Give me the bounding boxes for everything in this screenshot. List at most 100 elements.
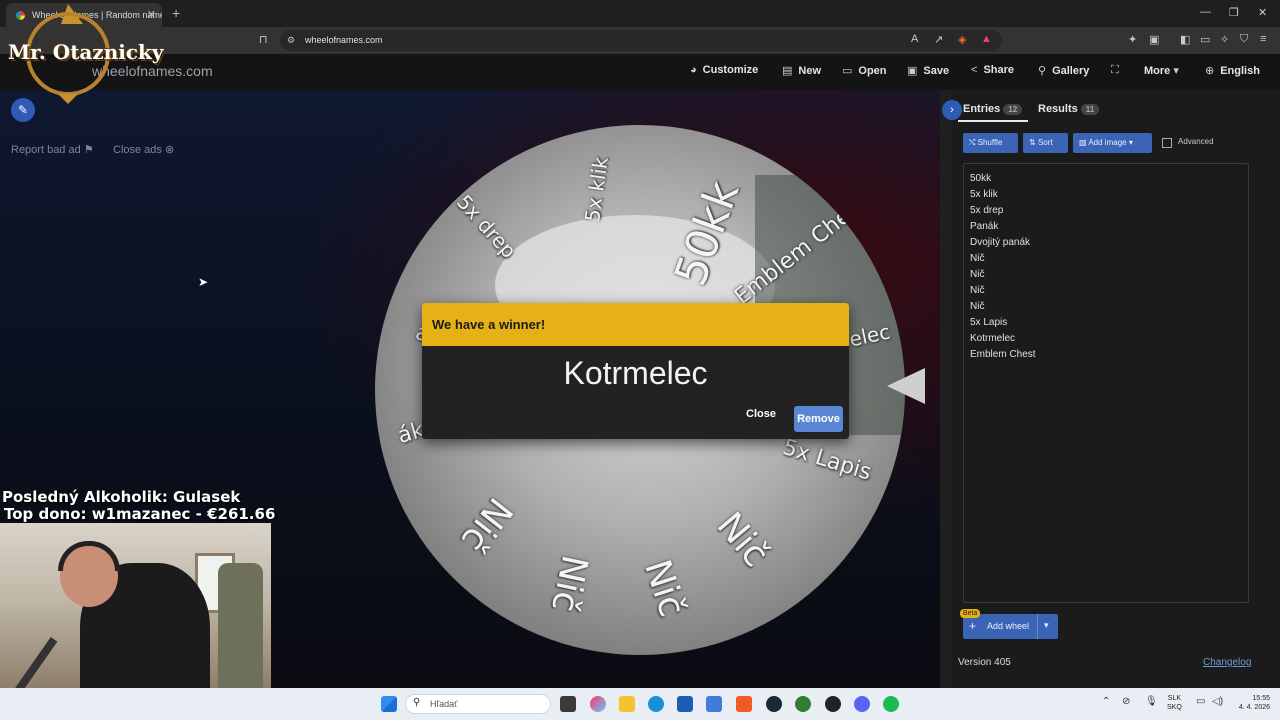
- add-image-button[interactable]: ▨ Add image ▾: [1073, 133, 1152, 153]
- obs-icon[interactable]: [825, 696, 841, 712]
- chevron-down-icon[interactable]: ▾: [1044, 620, 1049, 631]
- sidebar-icon[interactable]: ◧: [1180, 33, 1190, 46]
- fullscreen-button[interactable]: ⛶: [1111, 64, 1125, 77]
- winner-dialog: We have a winner! Kotrmelec Close Remove: [422, 303, 849, 439]
- report-bad-ad-link[interactable]: Report bad ad ⚑: [11, 143, 94, 156]
- save-button[interactable]: ▣ Save: [907, 64, 949, 77]
- tab-results[interactable]: Results 11: [1038, 103, 1100, 115]
- minimize-button[interactable]: —: [1200, 6, 1211, 18]
- close-window-button[interactable]: ✕: [1258, 6, 1267, 19]
- headset-icon: [58, 541, 120, 571]
- bookmark-icon[interactable]: ⊓: [259, 33, 268, 46]
- microphone-tray-icon[interactable]: 🎙: [1145, 696, 1158, 707]
- customize-button[interactable]: ◕ Customize: [690, 64, 758, 76]
- share-button[interactable]: < Share: [971, 64, 1014, 76]
- tray-overflow-icon[interactable]: ⌃: [1102, 696, 1110, 707]
- remove-button[interactable]: Remove: [794, 406, 843, 432]
- tab-entries[interactable]: Entries 12: [963, 103, 1023, 115]
- close-button[interactable]: Close: [746, 408, 776, 420]
- maximize-button[interactable]: ❐: [1229, 6, 1239, 19]
- list-item[interactable]: 5x Lapis: [970, 317, 1007, 328]
- new-tab-button[interactable]: +: [172, 5, 180, 21]
- vpn-icon[interactable]: ⛉: [1240, 33, 1248, 46]
- menu-icon[interactable]: ≡: [1260, 33, 1266, 45]
- task-view-icon[interactable]: [560, 696, 576, 712]
- translate-icon[interactable]: A: [911, 33, 918, 45]
- close-ads-link[interactable]: Close ads ⊗: [113, 143, 174, 156]
- list-item[interactable]: 50kk: [970, 173, 991, 184]
- share-page-icon[interactable]: ↗: [934, 33, 943, 46]
- sort-button[interactable]: ⇅ Sort: [1023, 133, 1068, 153]
- list-item[interactable]: Dvojitý panák: [970, 237, 1030, 248]
- close-circle-icon: ⊗: [164, 144, 175, 156]
- brave-icon[interactable]: [736, 696, 752, 712]
- wheel-pointer-icon: [887, 368, 925, 404]
- spotify-icon[interactable]: [883, 696, 899, 712]
- list-item[interactable]: Emblem Chest: [970, 349, 1036, 360]
- language-button[interactable]: ⊕ English: [1205, 64, 1260, 77]
- site-info-icon[interactable]: ⚙: [287, 35, 295, 46]
- version-text: Version 405: [958, 657, 1011, 668]
- more-button[interactable]: More ▾: [1144, 64, 1185, 77]
- display-icon[interactable]: ▭: [1196, 696, 1205, 707]
- list-item[interactable]: 5x klik: [970, 189, 998, 200]
- leo-ai-icon[interactable]: ✧: [1220, 33, 1229, 46]
- search-icon: ⚲: [1038, 65, 1047, 77]
- list-item[interactable]: Nič: [970, 285, 984, 296]
- taskbar-search[interactable]: [405, 694, 551, 714]
- store-icon[interactable]: [677, 696, 693, 712]
- keyboard-language[interactable]: SLK SKQ: [1167, 694, 1182, 712]
- steam-icon[interactable]: [766, 696, 782, 712]
- shuffle-label: Shuffle: [977, 138, 1003, 147]
- windows-start-icon[interactable]: [381, 696, 397, 712]
- volume-icon[interactable]: ◁): [1212, 696, 1223, 707]
- collapse-panel-icon[interactable]: ›: [942, 100, 962, 120]
- copilot-icon[interactable]: [590, 696, 606, 712]
- last-alcoholic-text: Posledný Alkoholik: Gulasek: [2, 488, 241, 506]
- shuffle-icon: ⤭: [969, 138, 978, 147]
- list-item[interactable]: Nič: [970, 269, 984, 280]
- brave-shield-icon[interactable]: ◈: [958, 33, 966, 46]
- clock-time: 15:55: [1252, 695, 1270, 702]
- open-button[interactable]: ▭ Open: [842, 64, 887, 77]
- list-item[interactable]: Nič: [970, 253, 984, 264]
- tab-search-icon[interactable]: ▣: [1149, 33, 1159, 46]
- streamer-name: Mr. Otaznicky: [8, 40, 164, 64]
- clock[interactable]: 15:55 4. 4. 2026: [1230, 694, 1270, 712]
- discord-icon[interactable]: [854, 696, 870, 712]
- save-label: Save: [923, 65, 950, 77]
- list-item[interactable]: Kotrmelec: [970, 333, 1015, 344]
- flag-icon: ⚑: [83, 144, 94, 156]
- new-button[interactable]: ▤ New: [782, 64, 821, 77]
- tab-close-icon[interactable]: ✕: [147, 8, 156, 21]
- url-text[interactable]: wheelofnames.com: [305, 35, 383, 45]
- changelog-link[interactable]: Changelog: [1203, 657, 1251, 668]
- add-image-label: Add image: [1088, 138, 1127, 147]
- fullscreen-icon: ⛶: [1111, 64, 1119, 76]
- add-wheel-label: Add wheel: [987, 621, 1030, 631]
- logo-ornament-icon: [58, 94, 78, 104]
- list-item[interactable]: Panák: [970, 221, 998, 232]
- lang-top: SLK: [1167, 695, 1182, 702]
- edge-icon[interactable]: [648, 696, 664, 712]
- gallery-label: Gallery: [1052, 65, 1090, 77]
- wallet-icon[interactable]: ▭: [1200, 33, 1210, 46]
- gallery-button[interactable]: ⚲ Gallery: [1038, 64, 1089, 77]
- list-item[interactable]: 5x drep: [970, 205, 1003, 216]
- address-bar[interactable]: [280, 30, 1002, 51]
- brave-rewards-icon[interactable]: ▲: [981, 33, 992, 45]
- wheel-label-nic-2: Nič: [636, 555, 693, 622]
- entries-count-badge: 12: [1003, 104, 1023, 115]
- entries-textarea[interactable]: [963, 163, 1249, 603]
- file-explorer-icon[interactable]: [619, 696, 635, 712]
- outlook-icon[interactable]: [706, 696, 722, 712]
- wheel-label-5x-lapis: 5x Lapis: [779, 435, 875, 486]
- extensions-icon[interactable]: ✦: [1128, 33, 1137, 46]
- shuffle-button[interactable]: ⤭ Shuffle: [963, 133, 1018, 153]
- xbox-icon[interactable]: [795, 696, 811, 712]
- list-item[interactable]: Nič: [970, 301, 984, 312]
- active-tab-indicator: [958, 120, 1028, 122]
- network-icon[interactable]: ⊘: [1122, 696, 1130, 707]
- advanced-checkbox[interactable]: [1162, 138, 1172, 148]
- palette-icon: ◕: [690, 64, 697, 76]
